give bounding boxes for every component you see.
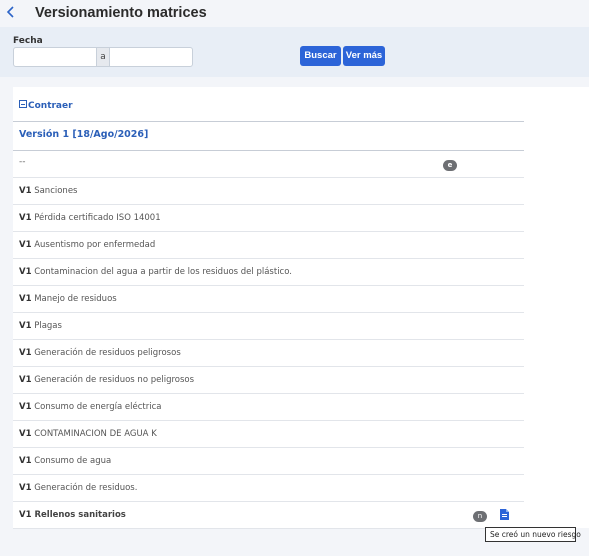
- version-prefix: V1: [19, 510, 32, 520]
- date-from-input[interactable]: [13, 47, 97, 67]
- row-label: Generación de residuos no peligrosos: [34, 375, 195, 385]
- list-item: V1 Ausentismo por enfermedad: [13, 232, 524, 259]
- row-label: Manejo de residuos: [34, 294, 117, 304]
- tooltip: Se creó un nuevo riesgo: [485, 527, 581, 542]
- page-header: Versionamiento matrices: [0, 0, 589, 27]
- row-label: Contaminacion del agua a partir de los r…: [34, 267, 292, 277]
- version-prefix: V1: [19, 402, 32, 412]
- list-item: V1 Rellenos sanitarios n: [13, 502, 524, 529]
- version-prefix: V1: [19, 240, 32, 250]
- list-item: V1 CONTAMINACION DE AGUA K: [13, 421, 524, 448]
- e-badge[interactable]: e: [443, 160, 457, 171]
- row-label: Consumo de agua: [34, 456, 112, 466]
- list-item: V1 Sanciones: [13, 178, 524, 205]
- fecha-label: Fecha: [13, 36, 43, 46]
- new-badge[interactable]: n: [473, 511, 487, 522]
- list-item: V1 Plagas: [13, 313, 524, 340]
- version-header[interactable]: Versión 1 [18/Ago/2026]: [13, 121, 524, 151]
- version-prefix: V1: [19, 483, 32, 493]
- buscar-button[interactable]: Buscar: [300, 46, 341, 66]
- version-prefix: V1: [19, 375, 32, 385]
- page-title: Versionamiento matrices: [35, 5, 207, 21]
- risk-list: -- e V1 Sanciones V1 Pérdida certificado…: [13, 151, 524, 529]
- chevron-left-icon[interactable]: [6, 5, 20, 21]
- collapse-icon: [19, 100, 27, 108]
- row-label: Generación de residuos peligrosos: [34, 348, 181, 358]
- list-item: V1 Generación de residuos peligrosos: [13, 340, 524, 367]
- list-item: V1 Consumo de agua: [13, 448, 524, 475]
- version-title: Versión 1 [18/Ago/2026]: [19, 129, 149, 140]
- collapse-label: Contraer: [28, 101, 73, 111]
- list-item: V1 Manejo de residuos: [13, 286, 524, 313]
- row-label: Sanciones: [34, 186, 78, 196]
- version-prefix: V1: [19, 294, 32, 304]
- list-item: V1 Consumo de energía eléctrica: [13, 394, 524, 421]
- row-label: Consumo de energía eléctrica: [34, 402, 162, 412]
- list-item: V1 Generación de residuos.: [13, 475, 524, 502]
- version-prefix: V1: [19, 321, 32, 331]
- date-range-separator: a: [97, 47, 109, 67]
- version-prefix: V1: [19, 456, 32, 466]
- row-label: CONTAMINACION DE AGUA K: [34, 429, 157, 439]
- version-prefix: V1: [19, 267, 32, 277]
- document-icon[interactable]: [500, 509, 509, 520]
- row-label: Generación de residuos.: [34, 483, 138, 493]
- collapse-link[interactable]: Contraer: [19, 100, 73, 111]
- version-prefix: V1: [19, 213, 32, 223]
- version-prefix: V1: [19, 348, 32, 358]
- row-label: Pérdida certificado ISO 14001: [34, 213, 161, 223]
- ver-mas-button[interactable]: Ver más: [343, 46, 385, 66]
- list-item: V1 Pérdida certificado ISO 14001: [13, 205, 524, 232]
- list-item: V1 Contaminacion del agua a partir de lo…: [13, 259, 524, 286]
- version-prefix: V1: [19, 186, 32, 196]
- row-label: Rellenos sanitarios: [34, 510, 126, 520]
- row-label: Plagas: [34, 321, 62, 331]
- list-item-dash: -- e: [13, 151, 524, 178]
- version-prefix: V1: [19, 429, 32, 439]
- date-to-input[interactable]: [109, 47, 193, 67]
- row-label: Ausentismo por enfermedad: [34, 240, 156, 250]
- list-item: V1 Generación de residuos no peligrosos: [13, 367, 524, 394]
- dash-text: --: [19, 157, 26, 167]
